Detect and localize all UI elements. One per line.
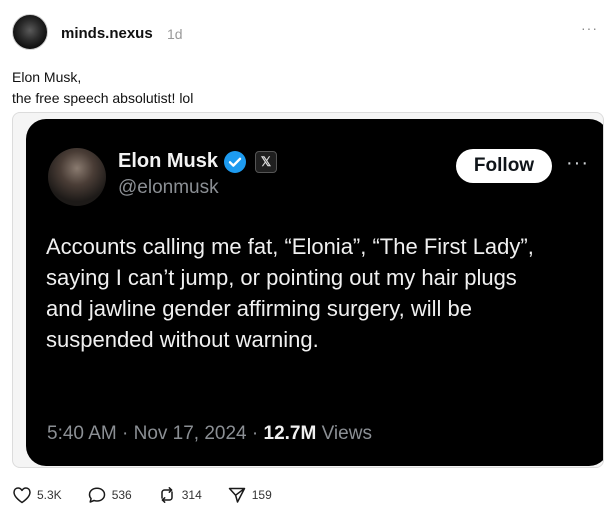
share-button[interactable]: 159	[227, 486, 272, 504]
embedded-tweet-image: Elon Musk 𝕏 @elonmusk Follow ··· Account…	[26, 119, 603, 466]
tweet-author-name: Elon Musk	[118, 150, 219, 172]
tweet-views-label: Views	[316, 423, 372, 444]
x-logo-icon: 𝕏	[255, 151, 277, 173]
repost-count: 314	[181, 488, 202, 502]
tweet-text-line: Accounts calling me fat, “Elonia”, “The …	[46, 234, 534, 259]
tweet-text: Accounts calling me fat, “Elonia”, “The …	[46, 231, 602, 355]
post-header: minds.nexus 1d ···	[12, 14, 602, 52]
comment-icon	[88, 487, 105, 503]
tweet-text-line: and jawline gender affirming surgery, wi…	[46, 296, 472, 321]
send-icon	[228, 487, 245, 503]
tweet-views-count: 12.7M	[263, 423, 317, 444]
tweet-avatar	[48, 148, 106, 206]
post-media[interactable]: Elon Musk 𝕏 @elonmusk Follow ··· Account…	[12, 112, 604, 468]
avatar[interactable]	[12, 14, 48, 50]
follow-button: Follow	[456, 149, 552, 183]
tweet-handle: @elonmusk	[118, 177, 219, 198]
caption-line: Elon Musk,	[12, 69, 82, 85]
reply-button[interactable]: 536	[87, 486, 132, 504]
verified-badge-icon	[223, 150, 247, 179]
share-count: 159	[251, 488, 272, 502]
tweet-meta: 5:40 AM · Nov 17, 2024 · 12.7M Views	[47, 423, 372, 445]
like-count: 5.3K	[37, 488, 62, 502]
tweet-text-line: suspended without warning.	[46, 327, 319, 352]
post-caption: Elon Musk, the free speech absolutist! l…	[12, 67, 193, 109]
repost-icon	[160, 487, 173, 503]
heart-icon	[13, 487, 31, 504]
tweet-more-icon: ···	[566, 152, 589, 174]
more-options-button[interactable]: ···	[581, 20, 598, 36]
reply-count: 536	[111, 488, 132, 502]
tweet-text-line: saying I can’t jump, or pointing out my …	[46, 265, 517, 290]
username[interactable]: minds.nexus	[61, 25, 153, 42]
like-button[interactable]: 5.3K	[12, 486, 62, 504]
post-time: 1d	[167, 26, 183, 42]
repost-button[interactable]: 314	[157, 486, 202, 504]
tweet-timestamp: 5:40 AM · Nov 17, 2024 ·	[47, 423, 264, 444]
caption-line: the free speech absolutist! lol	[12, 90, 194, 106]
post-actions: 5.3K 536 314 159	[12, 484, 297, 506]
